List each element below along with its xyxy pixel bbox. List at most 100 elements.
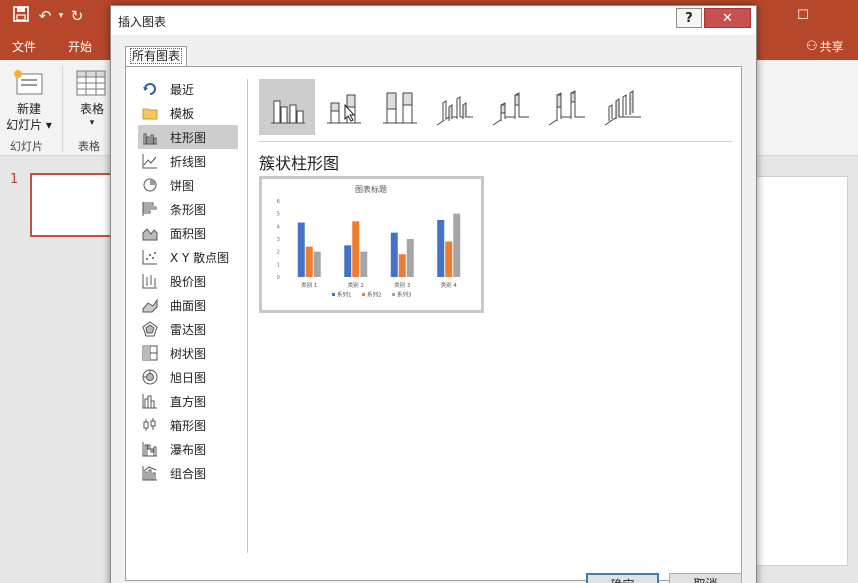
save-icon[interactable]: [8, 6, 34, 26]
sunburst-chart-icon: [142, 369, 158, 385]
maximize-icon[interactable]: ☐: [780, 0, 826, 30]
subtype-3d-clustered-column[interactable]: [427, 79, 483, 135]
x-tick-label: 类别 2: [348, 281, 364, 289]
bar-chart-icon: [142, 201, 158, 217]
legend-label: 系列1: [337, 291, 352, 299]
group-slides-label: 幻灯片: [10, 140, 43, 153]
chart-type-label: 模板: [170, 106, 195, 121]
chart-type-recent[interactable]: 最近: [138, 77, 238, 101]
chart-type-label: 饼图: [170, 178, 195, 193]
box-chart-icon: [142, 417, 158, 433]
treemap-chart-icon: [142, 345, 158, 361]
y-tick-label: 6: [277, 199, 281, 205]
3d-column-icon: [604, 90, 641, 126]
y-tick-label: 4: [277, 224, 281, 230]
chart-subtype-row: [259, 79, 651, 135]
help-icon: ?: [685, 10, 693, 26]
chart-type-combo-chart[interactable]: 组合图: [138, 461, 238, 485]
bar-1-1: [352, 221, 360, 277]
table-dropdown-icon: ▾: [89, 118, 95, 128]
bar-0-0: [297, 222, 305, 277]
x-tick-label: 类别 4: [441, 281, 458, 289]
chart-type-area-chart[interactable]: 面积图: [138, 221, 238, 245]
chart-type-radar-chart[interactable]: 雷达图: [138, 317, 238, 341]
dialog-titlebar[interactable]: 插入图表: [111, 6, 756, 35]
y-tick-label: 3: [277, 237, 281, 243]
tab-all-charts-label: 所有图表: [130, 48, 183, 64]
subtype-3d-stacked-column[interactable]: [483, 79, 539, 135]
chart-type-box-chart[interactable]: 箱形图: [138, 413, 238, 437]
chart-type-label: 旭日图: [170, 370, 207, 385]
chart-type-label: 组合图: [170, 466, 207, 481]
tab-home[interactable]: 开始: [68, 38, 92, 55]
chart-type-waterfall-chart[interactable]: 瀑布图: [138, 437, 238, 461]
chart-type-column-chart[interactable]: 柱形图: [138, 125, 238, 149]
subtype-clustered-column[interactable]: [259, 79, 315, 135]
subtype-3d-100-stacked-column[interactable]: [539, 79, 595, 135]
help-button[interactable]: ?: [676, 8, 702, 28]
area-chart-icon: [142, 225, 158, 241]
new-slide-label-2-text: 幻灯片: [6, 118, 43, 132]
slide-number: 1: [10, 172, 19, 187]
powerpoint-window: ↶ ▾ ↻ — ☐ 文件 开始 ⚇ 共享 新建 幻灯片 ▾ 幻灯片 表格 ▾ 表…: [0, 0, 858, 583]
tab-file[interactable]: 文件: [12, 38, 36, 55]
bar-2-2: [406, 239, 414, 277]
chart-type-folder[interactable]: 模板: [138, 101, 238, 125]
panel-divider: [247, 79, 248, 553]
tab-all-charts[interactable]: 所有图表: [125, 46, 188, 66]
undo-dropdown-icon[interactable]: ▾: [56, 11, 66, 21]
column-chart-icon: [142, 129, 158, 145]
x-tick-label: 类别 3: [394, 281, 411, 289]
undo-icon[interactable]: ↶: [34, 7, 56, 25]
table-button[interactable]: 表格 ▾: [72, 66, 112, 136]
chart-type-surface-chart[interactable]: 曲面图: [138, 293, 238, 317]
dialog-title: 插入图表: [118, 15, 167, 29]
chart-type-histogram-chart[interactable]: 直方图: [138, 389, 238, 413]
percent-stacked-column-icon: [383, 92, 417, 124]
chart-type-label: 最近: [170, 82, 195, 97]
new-slide-button[interactable]: 新建 幻灯片 ▾: [6, 66, 52, 136]
new-slide-icon: [14, 70, 44, 96]
subtype-divider: [259, 141, 732, 142]
y-tick-label: 2: [277, 250, 281, 256]
bar-2-0: [390, 232, 398, 277]
stock-chart-icon: [142, 273, 158, 289]
chart-type-label: 雷达图: [170, 322, 207, 337]
chart-type-stock-chart[interactable]: 股价图: [138, 269, 238, 293]
subtype-stacked-column[interactable]: [315, 79, 371, 135]
slide-thumbnail[interactable]: [30, 173, 114, 237]
legend-swatch: [392, 293, 395, 296]
share-button[interactable]: ⚇ 共享: [806, 38, 844, 55]
redo-icon[interactable]: ↻: [66, 7, 88, 25]
close-icon: ✕: [722, 10, 733, 26]
bar-3-1: [445, 241, 453, 277]
chart-type-pie-chart[interactable]: 饼图: [138, 173, 238, 197]
person-icon: ⚇: [806, 39, 818, 54]
y-tick-label: 0: [277, 275, 281, 281]
legend-swatch: [362, 293, 365, 296]
chart-panel: 最近模板柱形图折线图饼图条形图 面积图 X Y 散点图 股价图 曲面图雷达图树状图旭日图…: [125, 66, 742, 581]
subtype-3d-column[interactable]: [595, 79, 651, 135]
bar-3-0: [437, 220, 445, 277]
chart-type-scatter-chart[interactable]: X Y 散点图: [138, 245, 238, 269]
chart-type-sunburst-chart[interactable]: 旭日图: [138, 365, 238, 389]
chart-type-label: 折线图: [170, 154, 207, 169]
waterfall-chart-icon: [142, 441, 158, 457]
chart-type-bar-chart[interactable]: 条形图: [138, 197, 238, 221]
chart-type-line-chart[interactable]: 折线图: [138, 149, 238, 173]
chart-type-treemap-chart[interactable]: 树状图: [138, 341, 238, 365]
y-tick-label: 1: [277, 262, 281, 268]
slide-canvas[interactable]: [756, 176, 848, 566]
x-tick-label: 类别 1: [301, 281, 317, 289]
clustered-column-icon: [271, 100, 305, 124]
cancel-button[interactable]: 取消: [669, 573, 742, 583]
radar-chart-icon: [142, 321, 158, 337]
y-tick-label: 5: [277, 212, 281, 218]
line-chart-icon: [142, 153, 158, 169]
recent-icon: [142, 81, 158, 97]
bar-2-1: [398, 254, 406, 277]
ok-button[interactable]: 确定: [586, 573, 659, 583]
subtype-100-stacked-column[interactable]: [371, 79, 427, 135]
bar-0-2: [313, 251, 321, 277]
close-button[interactable]: ✕: [704, 8, 751, 28]
